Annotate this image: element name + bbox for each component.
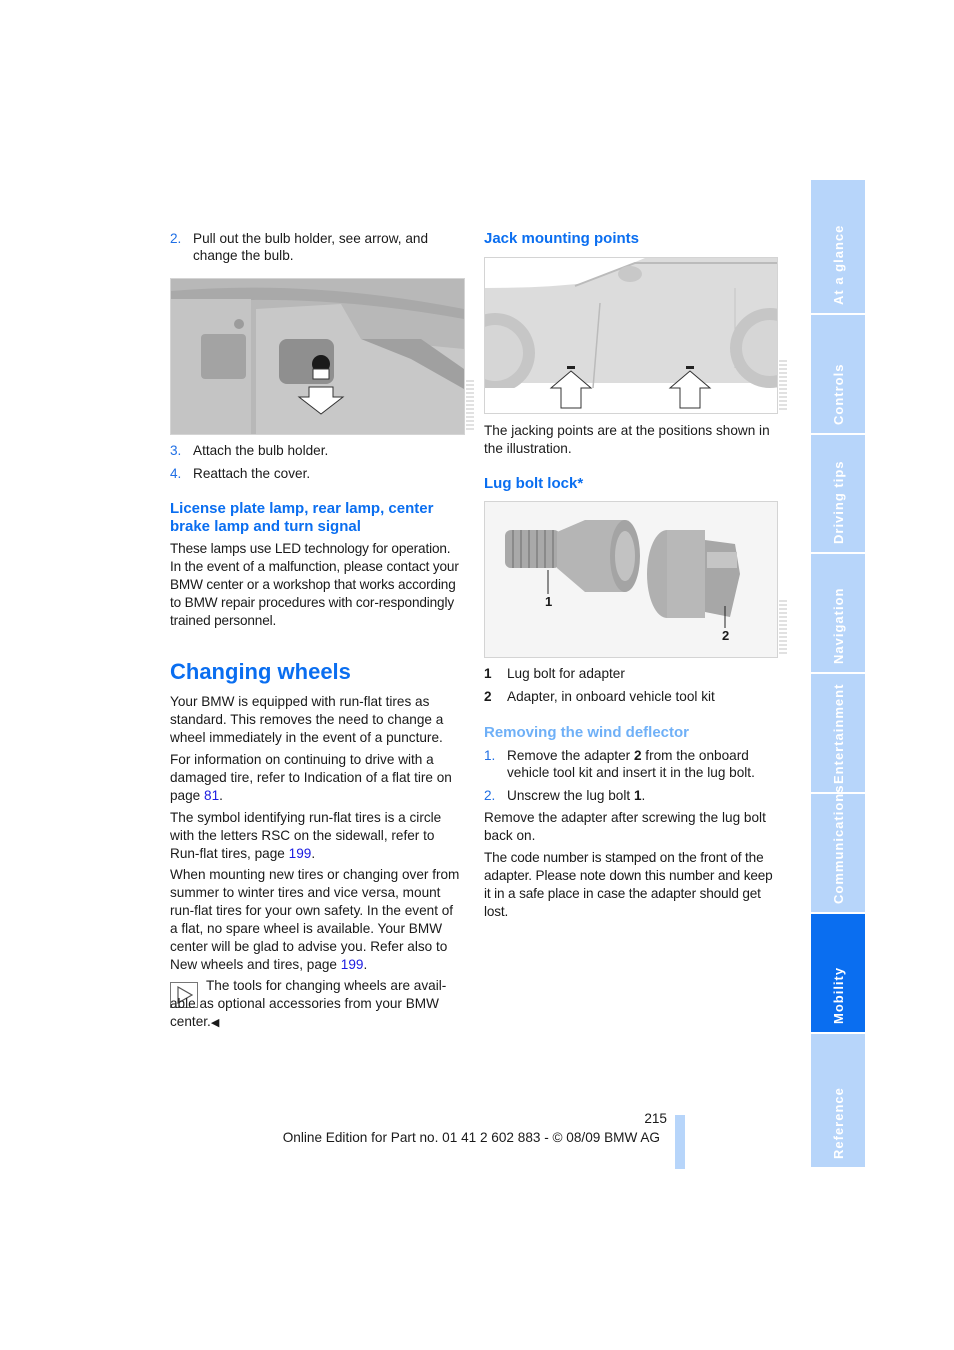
list-item-step-3: 3. Attach the bulb holder. [170,442,465,459]
page-edge-marker [675,1115,685,1169]
tab-label: Reference [831,1087,846,1159]
legend-text: Lug bolt for adapter [507,666,625,681]
step-text: Remove the adapter 2 from the onboard ve… [507,747,772,781]
tab-entertainment[interactable]: Entertainment [811,674,865,792]
callout-2: 2 [722,628,730,643]
text: . [219,788,223,803]
tab-label: Navigation [831,587,846,664]
legend-number: 1 [484,666,492,681]
text: When mounting new tires or changing over… [170,867,460,972]
callout-ref: 2 [633,748,642,763]
bulb-holder-drawing [171,279,464,434]
page-link-199[interactable]: 199 [341,957,364,972]
tab-label: Entertainment [831,683,846,784]
tab-driving-tips[interactable]: Driving tips [811,435,865,552]
tab-label: At a glance [831,224,846,305]
tab-controls[interactable]: Controls [811,315,865,433]
edition-footer: Online Edition for Part no. 01 41 2 602 … [282,1130,660,1145]
step-text: Pull out the bulb holder, see arrow, and… [193,231,429,263]
step-number: 2. [484,788,496,803]
mounting-tires-text: When mounting new tires or changing over… [170,866,462,974]
text: Remove the adapter [507,748,634,763]
tab-label: Mobility [831,966,846,1024]
list-item-wind-step-2: 2. Unscrew the lug bolt 1. [484,787,776,804]
bulb-holder-illustration [170,278,465,435]
text: . [363,957,368,972]
list-item-wind-step-1: 1. Remove the adapter 2 from the onboard … [484,747,776,781]
rsc-symbol-text: The symbol identifying run-flat tires is… [170,809,460,863]
tab-navigation[interactable]: Navigation [811,554,865,672]
code-number-text: The code number is stamped on the front … [484,850,773,919]
legend-text: Adapter, in onboard vehicle tool kit [507,689,715,704]
flat-tire-reference-text: For information on continuing to drive w… [170,751,460,805]
legend-item-1: 1 Lug bolt for adapter [484,666,776,681]
tab-at-a-glance[interactable]: At a glance [811,180,865,313]
lug-bolt-lock-heading: Lug bolt lock* [484,475,584,492]
run-flat-intro-text: Your BMW is equipped with run-flat tires… [170,694,444,745]
step-number: 3. [170,443,182,458]
jack-points-illustration [484,257,778,414]
callout-ref: 1 [633,788,642,803]
license-plate-lamp-heading: License plate lamp, rear lamp, center br… [170,500,434,535]
license-plate-lamp-text: These lamps use LED technology for opera… [170,541,459,628]
text: . [311,846,316,861]
step-text: Attach the bulb holder. [193,443,329,458]
callout-1: 1 [545,594,553,609]
tab-mobility[interactable]: Mobility [811,914,865,1032]
lug-bolt-drawing [505,520,740,628]
list-item-step-4: 4. Reattach the cover. [170,465,465,482]
removing-wind-deflector-heading: Removing the wind deflector [484,724,690,741]
tab-reference[interactable]: Reference [811,1034,865,1167]
jacking-points-caption: The jacking points are at the positions … [484,423,770,456]
list-item-step-2: 2. Pull out the bulb holder, see arrow, a… [170,230,465,264]
page-number: 215 [644,1111,667,1126]
step-number: 4. [170,466,182,481]
remove-adapter-text: Remove the adapter after screwing the lu… [484,810,766,843]
end-of-note-marker: ◀ [210,1017,220,1029]
step-text: Unscrew the lug bolt 1. [507,787,645,804]
page-link-199[interactable]: 199 [289,846,312,861]
image-id-code [466,380,474,432]
step-text: Reattach the cover. [193,466,311,481]
text: . [641,788,646,803]
page-link-81[interactable]: 81 [204,788,219,803]
tools-note-text: The tools for changing wheels are avail-… [170,977,460,1032]
changing-wheels-heading: Changing wheels [170,659,351,684]
image-id-code [779,600,787,655]
image-id-code [779,360,787,410]
lug-bolt-illustration: 1 2 [484,501,778,658]
step-number: 2. [170,231,182,246]
legend-item-2: 2 Adapter, in onboard vehicle tool kit [484,689,776,704]
tab-label: Driving tips [831,460,846,544]
step-number: 1. [484,748,496,763]
tab-communications[interactable]: Communications [811,785,865,912]
legend-number: 2 [484,689,492,704]
tab-label: Controls [831,363,846,425]
car-side-drawing [485,258,777,413]
text: Unscrew the lug bolt [507,788,634,803]
jack-mounting-points-heading: Jack mounting points [484,230,640,247]
tab-label: Communications [831,784,846,904]
